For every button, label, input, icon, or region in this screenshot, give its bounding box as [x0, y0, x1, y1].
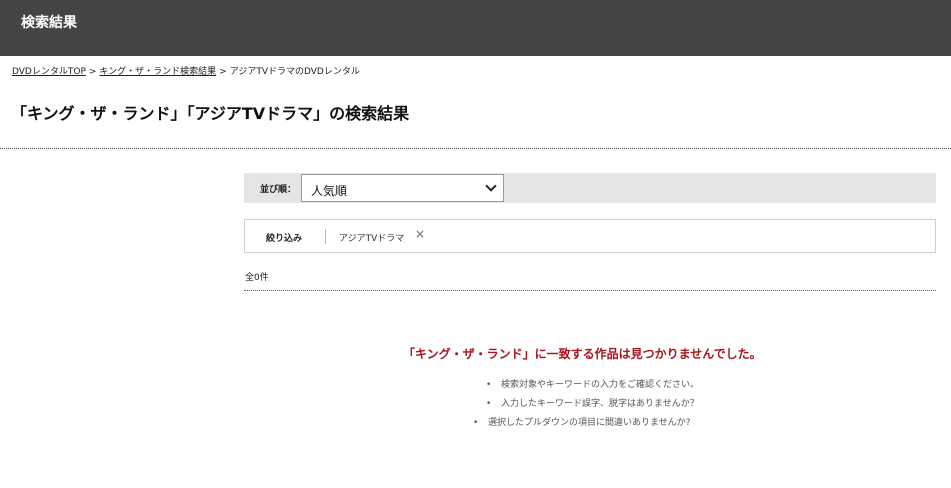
search-tips-list: 検索対象やキーワードの入力をご確認ください。 入力したキーワード誤字、脱字はあり… [473, 378, 699, 435]
filter-chip-asian-tv-drama: アジアTVドラマ [339, 234, 405, 244]
breadcrumb-separator: > [88, 67, 97, 77]
sort-order-select[interactable]: 人気順 [301, 174, 504, 202]
divider [0, 148, 951, 149]
filter-label: 絞り込み [266, 234, 303, 244]
header-title: 検索結果 [21, 15, 77, 31]
sort-selected-value: 人気順 [311, 184, 348, 198]
sort-label: 並び順： [260, 185, 297, 195]
no-results-message: 「キング・ザ・ランド」に一致する作品は見つかりませんでした。 [403, 347, 762, 361]
list-item: 選択したプルダウンの項目に間違いありませんか? [473, 416, 699, 435]
close-icon[interactable]: × [415, 228, 425, 240]
list-item: 検索対象やキーワードの入力をご確認ください。 [486, 378, 699, 397]
filter-divider [325, 229, 326, 244]
divider [244, 290, 936, 291]
breadcrumb-current: アジアTVドラマのDVDレンタル [229, 67, 360, 77]
list-item: 入力したキーワード誤字、脱字はありませんか？ [486, 397, 699, 416]
result-count: 全0件 [245, 273, 269, 283]
breadcrumb: DVDレンタルTOP > キング・ザ・ランド検索結果 > アジアTVドラマのDVDレンタ… [12, 64, 360, 77]
breadcrumb-link-search-results[interactable]: キング・ザ・ランド検索結果 [99, 67, 216, 77]
page-title: 「キング・ザ・ランド」「アジアTVドラマ」の検索結果 [11, 104, 410, 123]
chevron-down-icon [485, 180, 497, 192]
site-header: 検索結果 [0, 0, 951, 56]
breadcrumb-link-dvd-top[interactable]: DVDレンタルTOP [12, 67, 86, 77]
filter-box: 絞り込み アジアTVドラマ × [244, 219, 936, 253]
sort-bar: 並び順： 人気順 [244, 173, 936, 203]
breadcrumb-separator: > [219, 67, 227, 77]
